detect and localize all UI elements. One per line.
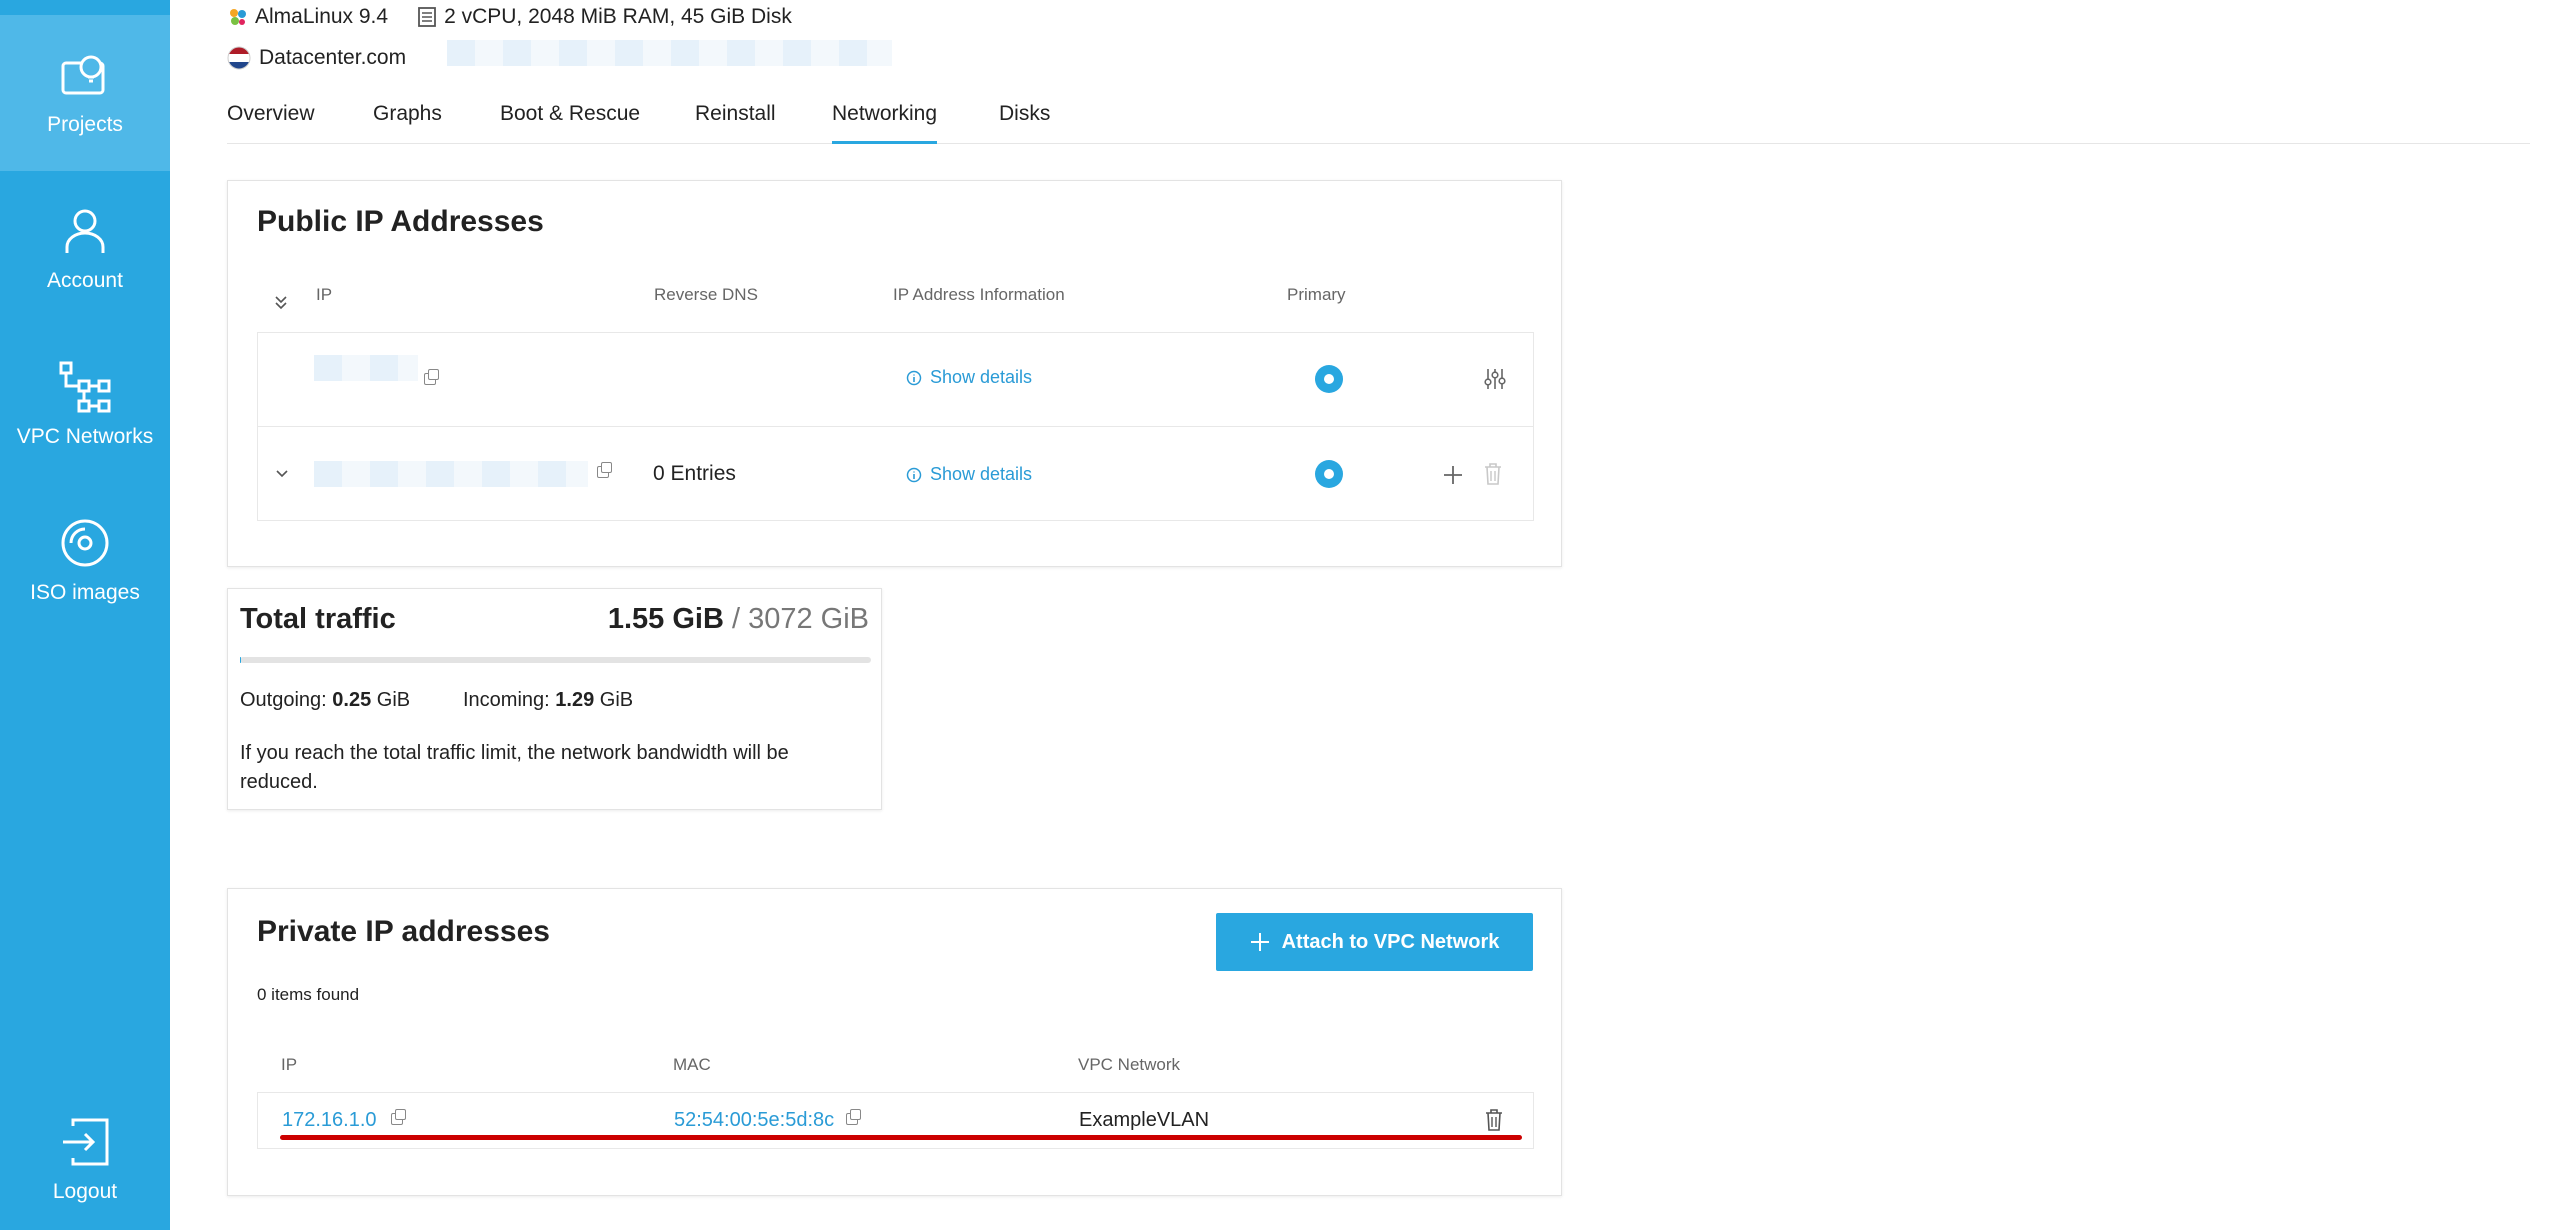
tab-boot-rescue[interactable]: Boot & Rescue [500, 102, 640, 144]
table-row: 0 Entries Show details [257, 426, 1534, 521]
sidebar-item-projects[interactable]: Projects [0, 15, 170, 171]
sidebar-item-iso-images[interactable]: ISO images [0, 483, 170, 639]
info-icon [906, 370, 922, 385]
show-details-link[interactable]: Show details [906, 367, 1032, 388]
copy-icon[interactable] [846, 1109, 861, 1125]
copy-icon[interactable] [391, 1109, 406, 1125]
datacenter-line: Datacenter.com [227, 42, 406, 74]
column-header-mac: MAC [673, 1055, 711, 1074]
traffic-progress-bar [240, 657, 871, 663]
items-found-count: 0 items found [257, 985, 360, 1004]
server-specs: 2 vCPU, 2048 MiB RAM, 45 GiB Disk [444, 5, 792, 28]
traffic-note: If you reach the total traffic limit, th… [240, 742, 789, 793]
copy-icon[interactable] [424, 369, 439, 385]
public-ip-title: Public IP Addresses [257, 205, 544, 238]
primary-radio[interactable] [1315, 460, 1343, 488]
column-header-ip: IP [316, 285, 333, 304]
total-traffic-card: Total traffic 1.55 GiB / 3072 GiB Outgoi… [227, 588, 882, 810]
trash-icon[interactable] [1484, 1108, 1504, 1132]
chevron-down-icon[interactable] [275, 469, 289, 479]
show-details-link[interactable]: Show details [906, 464, 1032, 485]
os-name: AlmaLinux 9.4 [255, 5, 389, 28]
primary-radio[interactable] [1315, 365, 1343, 393]
plus-icon [1250, 933, 1269, 951]
incoming-unit: GiB [599, 689, 634, 711]
private-ip-title: Private IP addresses [257, 915, 550, 948]
tab-graphs[interactable]: Graphs [373, 102, 442, 144]
traffic-used: 1.55 GiB [607, 603, 724, 635]
sidebar: Projects Account VPC Networks ISO images [0, 0, 170, 1230]
projects-icon [61, 55, 105, 95]
private-ip-link[interactable]: 172.16.1.0 [282, 1109, 377, 1132]
tab-reinstall[interactable]: Reinstall [695, 102, 776, 144]
annotation-underline [280, 1135, 1522, 1140]
logout-icon [63, 1118, 109, 1166]
attach-vpc-label: Attach to VPC Network [1281, 930, 1500, 953]
redacted-ip [314, 355, 418, 381]
show-details-label: Show details [930, 464, 1033, 484]
sidebar-item-label: VPC Networks [16, 425, 154, 448]
vpc-network-name: ExampleVLAN [1079, 1109, 1210, 1131]
sidebar-item-label: ISO images [30, 581, 140, 604]
traffic-limit: / 3072 GiB [731, 603, 869, 635]
netherlands-flag-icon [227, 46, 251, 70]
redacted-hostname [447, 40, 892, 66]
info-icon [906, 467, 922, 482]
sidebar-item-label: Projects [47, 113, 123, 136]
vpc-networks-icon [59, 361, 111, 413]
tab-bar: Overview Graphs Boot & Rescue Reinstall … [227, 96, 2530, 144]
traffic-title: Total traffic [240, 603, 396, 635]
mac-address-link[interactable]: 52:54:00:5e:5d:8c [674, 1109, 834, 1132]
datacenter-name: Datacenter.com [259, 46, 407, 69]
show-details-label: Show details [930, 367, 1033, 387]
redacted-ip [314, 461, 588, 487]
private-ip-card: Private IP addresses Attach to VPC Netwo… [227, 888, 1562, 1196]
server-info-line: AlmaLinux 9.4 2 vCPU, 2048 MiB RAM, 45 G… [227, 2, 792, 32]
traffic-incoming: Incoming: 1.29 GiB [463, 689, 633, 712]
account-icon [65, 209, 105, 253]
table-row: 172.16.1.0 52:54:00:5e:5d:8c ExampleVLAN [257, 1092, 1534, 1149]
logout-label: Logout [52, 1180, 118, 1203]
column-header-vpc-network: VPC Network [1078, 1055, 1181, 1074]
outgoing-value: 0.25 [332, 689, 372, 711]
column-header-ip: IP [281, 1055, 298, 1074]
sidebar-item-account[interactable]: Account [0, 171, 170, 327]
trash-icon[interactable] [1483, 462, 1503, 486]
almalinux-icon [230, 9, 246, 25]
add-icon[interactable] [1442, 464, 1464, 486]
reverse-dns-value: 0 Entries [653, 462, 736, 485]
traffic-outgoing: Outgoing: 0.25 GiB [240, 689, 410, 712]
outgoing-label: Outgoing: [240, 689, 327, 711]
copy-icon[interactable] [597, 462, 612, 478]
settings-sliders-icon[interactable] [1483, 367, 1507, 391]
tab-overview[interactable]: Overview [227, 102, 315, 144]
incoming-value: 1.29 [555, 689, 595, 711]
logout-button[interactable]: Logout [0, 1090, 170, 1230]
attach-vpc-button[interactable]: Attach to VPC Network [1216, 913, 1533, 971]
outgoing-unit: GiB [376, 689, 411, 711]
sidebar-item-vpc-networks[interactable]: VPC Networks [0, 327, 170, 483]
server-specs-icon [418, 7, 436, 27]
column-header-ip-info: IP Address Information [893, 285, 1065, 304]
collapse-all-icon[interactable] [274, 294, 288, 310]
traffic-usage: 1.55 GiB / 3072 GiB [608, 603, 869, 636]
tab-networking[interactable]: Networking [832, 102, 938, 144]
column-header-primary: Primary [1287, 285, 1346, 304]
column-header-reverse-dns: Reverse DNS [654, 285, 758, 304]
sidebar-item-label: Account [47, 269, 123, 292]
table-row: Show details [257, 332, 1534, 427]
iso-images-icon [61, 519, 109, 567]
tab-disks[interactable]: Disks [999, 102, 1050, 144]
incoming-label: Incoming: [463, 689, 550, 711]
public-ip-card: Public IP Addresses IP Reverse DNS IP Ad… [227, 180, 1562, 567]
